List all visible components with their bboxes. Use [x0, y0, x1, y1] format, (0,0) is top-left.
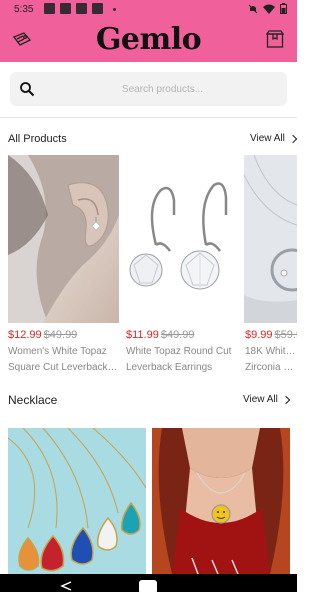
- necklace-view-all-button[interactable]: View All: [243, 394, 291, 405]
- product-name-line: Women's White Topaz: [8, 346, 107, 357]
- product-name-line: White Topaz Round Cut: [126, 346, 232, 357]
- home-button[interactable]: [139, 580, 157, 592]
- sale-price: $9.99: [245, 329, 273, 341]
- search-icon[interactable]: [19, 81, 35, 97]
- all-products-title: All Products: [8, 133, 67, 145]
- app-title: Gemlo: [95, 22, 202, 57]
- search-input[interactable]: [44, 72, 281, 106]
- necklace-title: Necklace: [8, 393, 58, 407]
- necklace-image-teardrop-pendants[interactable]: [8, 428, 146, 574]
- sale-price: $12.99: [8, 329, 42, 341]
- original-price: $59.9: [274, 329, 297, 341]
- product-name[interactable]: White Topaz Round Cut Leverback Earrings: [126, 344, 238, 376]
- divider: [0, 117, 297, 118]
- product-image-topaz-round-earrings[interactable]: [126, 155, 237, 323]
- system-navigation-bar: [0, 574, 297, 592]
- view-all-label: View All: [250, 133, 285, 144]
- status-bar: 5:35: [0, 0, 297, 20]
- product-name[interactable]: 18K White Go Zirconia Mom: [245, 344, 297, 376]
- product-price-row: $9.99$59.9: [245, 329, 297, 341]
- chevron-right-icon: [281, 395, 291, 404]
- product-name-line: Square Cut Leverback Earr...: [8, 362, 120, 373]
- notification-icon: [76, 3, 87, 14]
- box-icon[interactable]: [265, 29, 285, 49]
- necklace-image-model-pendant[interactable]: [152, 428, 290, 574]
- app-bar: Gemlo: [0, 20, 297, 62]
- search-bar[interactable]: [10, 72, 287, 106]
- status-time: 5:35: [14, 4, 34, 15]
- back-icon[interactable]: [60, 581, 72, 591]
- notification-icon: [92, 3, 103, 14]
- notification-icon: [60, 3, 71, 14]
- original-price: $49.99: [160, 329, 195, 341]
- more-notifications-icon: [113, 8, 116, 11]
- product-image-18k-pendant[interactable]: [244, 155, 297, 323]
- wifi-icon: [263, 4, 275, 14]
- product-price-row: $12.99 $49.99: [8, 329, 77, 341]
- sale-price: $11.99: [126, 329, 159, 341]
- notification-icon: [44, 3, 55, 14]
- battery-icon: [280, 3, 287, 14]
- product-price-row: $11.99 $49.99: [126, 329, 194, 341]
- view-all-label: View All: [243, 394, 278, 405]
- mute-icon: [248, 4, 258, 13]
- chevron-right-icon: [288, 134, 298, 143]
- product-name-line: Leverback Earrings: [126, 362, 213, 373]
- product-name[interactable]: Women's White Topaz Square Cut Leverback…: [8, 344, 120, 376]
- product-name-line: 18K White Go: [245, 346, 297, 357]
- original-price: $49.99: [43, 329, 78, 341]
- status-icons: [248, 3, 287, 14]
- product-name-line: Zirconia Mom: [245, 362, 297, 373]
- product-image-topaz-square-earrings[interactable]: [8, 155, 119, 323]
- all-products-view-all-button[interactable]: View All: [250, 133, 298, 144]
